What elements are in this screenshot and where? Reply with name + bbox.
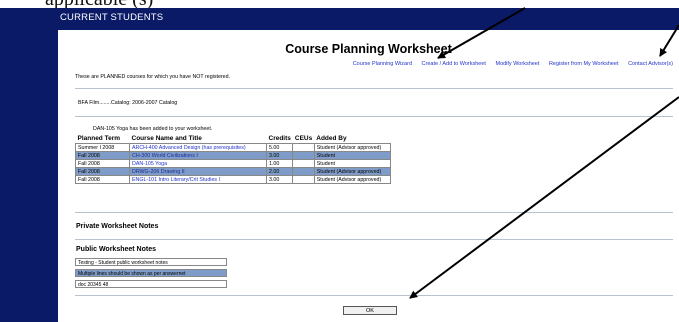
course-link[interactable]: ENGL-101 Intro Literary/Crit Studies I: [129, 175, 267, 184]
column-header-term: Planned Term: [77, 134, 121, 142]
catalog-text: BFA Film........Catalog: 2006-2007 Catal…: [78, 100, 178, 106]
nav-link-modify[interactable]: Modify Worksheet: [495, 61, 539, 67]
added-message: DAN-105 Yoga has been added to your work…: [93, 126, 213, 132]
divider: [75, 295, 673, 296]
course-link[interactable]: CH-300 World Civilizations I: [129, 151, 267, 160]
cell-credits: 5.00: [265, 143, 294, 152]
cell-term: Fall 2008: [75, 175, 130, 184]
cell-added-by: Student: [313, 159, 391, 168]
cell-term: Summer I 2008: [75, 143, 130, 152]
page-title: Course Planning Worksheet: [285, 42, 452, 56]
content-panel: Course Planning Worksheet Course Plannin…: [58, 30, 679, 322]
cell-added-by: Student (Advisor approved): [313, 167, 391, 176]
course-link[interactable]: DRWG-206 Drawing II: [129, 167, 267, 176]
cell-credits: 3.00: [265, 175, 294, 184]
table-row: Fall 2008 DRWG-206 Drawing II 2.00 Stude…: [75, 167, 391, 176]
course-link[interactable]: DAN-105 Yoga: [129, 159, 267, 168]
cell-term: Fall 2008: [75, 151, 130, 160]
column-header-ceus: CEUs: [294, 134, 313, 142]
cell-ceus: [292, 167, 315, 176]
cell-added-by: Student (Advisor approved): [313, 143, 391, 152]
nav-link-contact-advisor[interactable]: Contact Advisor(s): [628, 61, 673, 67]
cell-credits: 3.00: [265, 151, 294, 160]
public-note-line: Testing - Student public worksheet notes: [75, 258, 227, 266]
divider: [75, 212, 673, 213]
table-row: Summer I 2008 ARCH-400 Advanced Design (…: [75, 143, 391, 152]
window-title: Current Students: [60, 12, 164, 23]
cell-credits: 1.00: [265, 159, 294, 168]
app-window: Current Students Course Planning Workshe…: [0, 8, 679, 322]
private-notes-title: Private Worksheet Notes: [76, 223, 159, 230]
cell-added-by: Student: [313, 151, 391, 160]
nav-link-create-add[interactable]: Create / Add to Worksheet: [422, 61, 486, 67]
divider: [75, 116, 673, 117]
divider: [75, 88, 673, 89]
cell-term: Fall 2008: [75, 167, 130, 176]
planned-info-text: These are PLANNED courses for which you …: [75, 74, 231, 80]
ok-button[interactable]: OK: [343, 306, 397, 315]
cell-term: Fall 2008: [75, 159, 130, 168]
public-note-line: Multiple lines should be shown as per an…: [75, 269, 227, 277]
nav-link-register[interactable]: Register from My Worksheet: [549, 61, 619, 67]
column-header-added-by: Added By: [316, 134, 347, 142]
table-header-row: Planned Term Course Name and Title Credi…: [76, 133, 391, 144]
cell-credits: 2.00: [265, 167, 294, 176]
table-row: Fall 2008 DAN-105 Yoga 1.00 Student: [75, 159, 391, 168]
public-note-line: doc 20345 48: [75, 280, 227, 288]
nav-link-planning-wizard[interactable]: Course Planning Wizard: [353, 61, 412, 67]
column-header-course: Course Name and Title: [131, 134, 202, 142]
column-header-credits: Credits: [268, 134, 291, 142]
cell-ceus: [292, 175, 315, 184]
table-row: Fall 2008 CH-300 World Civilizations I 3…: [75, 151, 391, 160]
cell-ceus: [292, 143, 315, 152]
course-link[interactable]: ARCH-400 Advanced Design (has prerequisi…: [129, 143, 267, 152]
worksheet-nav: Course Planning Wizard Create / Add to W…: [345, 61, 673, 67]
planned-courses-table: Planned Term Course Name and Title Credi…: [75, 133, 391, 184]
cell-ceus: [292, 151, 315, 160]
divider: [75, 239, 673, 240]
cell-ceus: [292, 159, 315, 168]
table-row: Fall 2008 ENGL-101 Intro Literary/Crit S…: [75, 175, 391, 184]
public-notes-title: Public Worksheet Notes: [76, 246, 157, 253]
cell-added-by: Student (Advisor approved): [313, 175, 391, 184]
